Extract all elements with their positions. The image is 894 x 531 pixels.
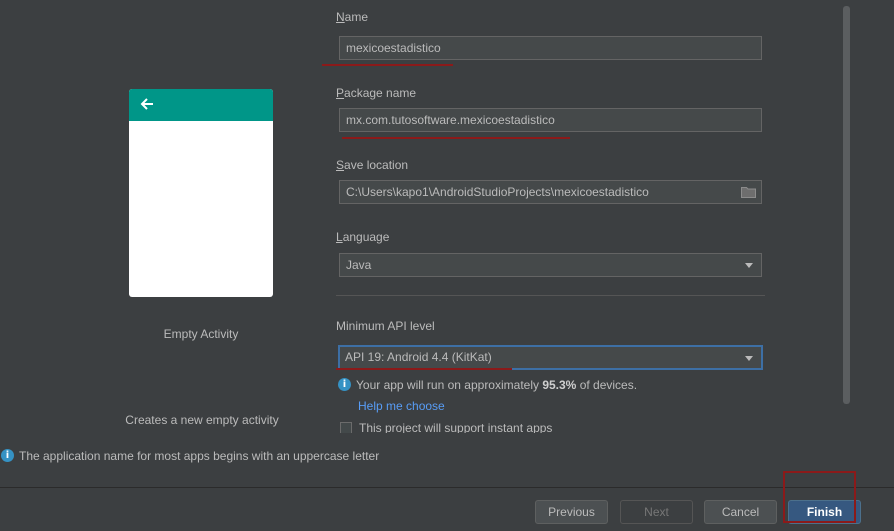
name-field[interactable]: mexicoestadistico (339, 36, 762, 60)
min-api-label: Minimum API level (336, 319, 435, 333)
api-coverage-text: Your app will run on approximately 95.3%… (356, 378, 638, 392)
info-icon: i (338, 378, 351, 391)
back-arrow-icon (140, 98, 153, 110)
min-api-value: API 19: Android 4.4 (KitKat) (345, 350, 492, 364)
package-name-label: Package name (336, 86, 417, 100)
chevron-down-icon (745, 356, 753, 361)
template-preview (129, 89, 273, 297)
cancel-button[interactable]: Cancel (704, 500, 777, 524)
footer-divider (0, 487, 894, 488)
app-bar (129, 89, 273, 121)
instant-apps-row[interactable]: This project will support instant apps (338, 421, 838, 433)
template-description: Creates a new empty activity (125, 413, 279, 427)
help-me-choose-link[interactable]: Help me choose (358, 399, 445, 413)
section-divider (336, 295, 765, 296)
validation-hint: The application name for most apps begin… (19, 449, 380, 463)
language-select[interactable]: Java (339, 253, 762, 277)
save-location-field[interactable]: C:\Users\kapo1\AndroidStudioProjects\mex… (339, 180, 762, 204)
next-button[interactable]: Next (620, 500, 693, 524)
language-label: Language (336, 230, 390, 244)
folder-icon[interactable] (741, 186, 756, 198)
scrollbar-thumb[interactable] (843, 6, 850, 404)
annotation-underline (342, 137, 570, 139)
instant-apps-checkbox[interactable] (340, 422, 352, 433)
instant-apps-label: This project will support instant apps (359, 421, 553, 433)
annotation-box (783, 471, 856, 523)
language-value: Java (346, 258, 372, 272)
save-location-value: C:\Users\kapo1\AndroidStudioProjects\mex… (346, 185, 649, 199)
template-name: Empty Activity (163, 327, 239, 341)
name-label: Name (336, 10, 369, 24)
save-location-label: Save location (336, 158, 409, 172)
annotation-underline (336, 368, 512, 370)
previous-button[interactable]: Previous (535, 500, 608, 524)
package-name-field[interactable]: mx.com.tutosoftware.mexicoestadistico (339, 108, 762, 132)
annotation-underline (322, 64, 453, 66)
min-api-select[interactable]: API 19: Android 4.4 (KitKat) (338, 345, 763, 370)
info-icon: i (1, 449, 14, 462)
chevron-down-icon (745, 263, 753, 268)
